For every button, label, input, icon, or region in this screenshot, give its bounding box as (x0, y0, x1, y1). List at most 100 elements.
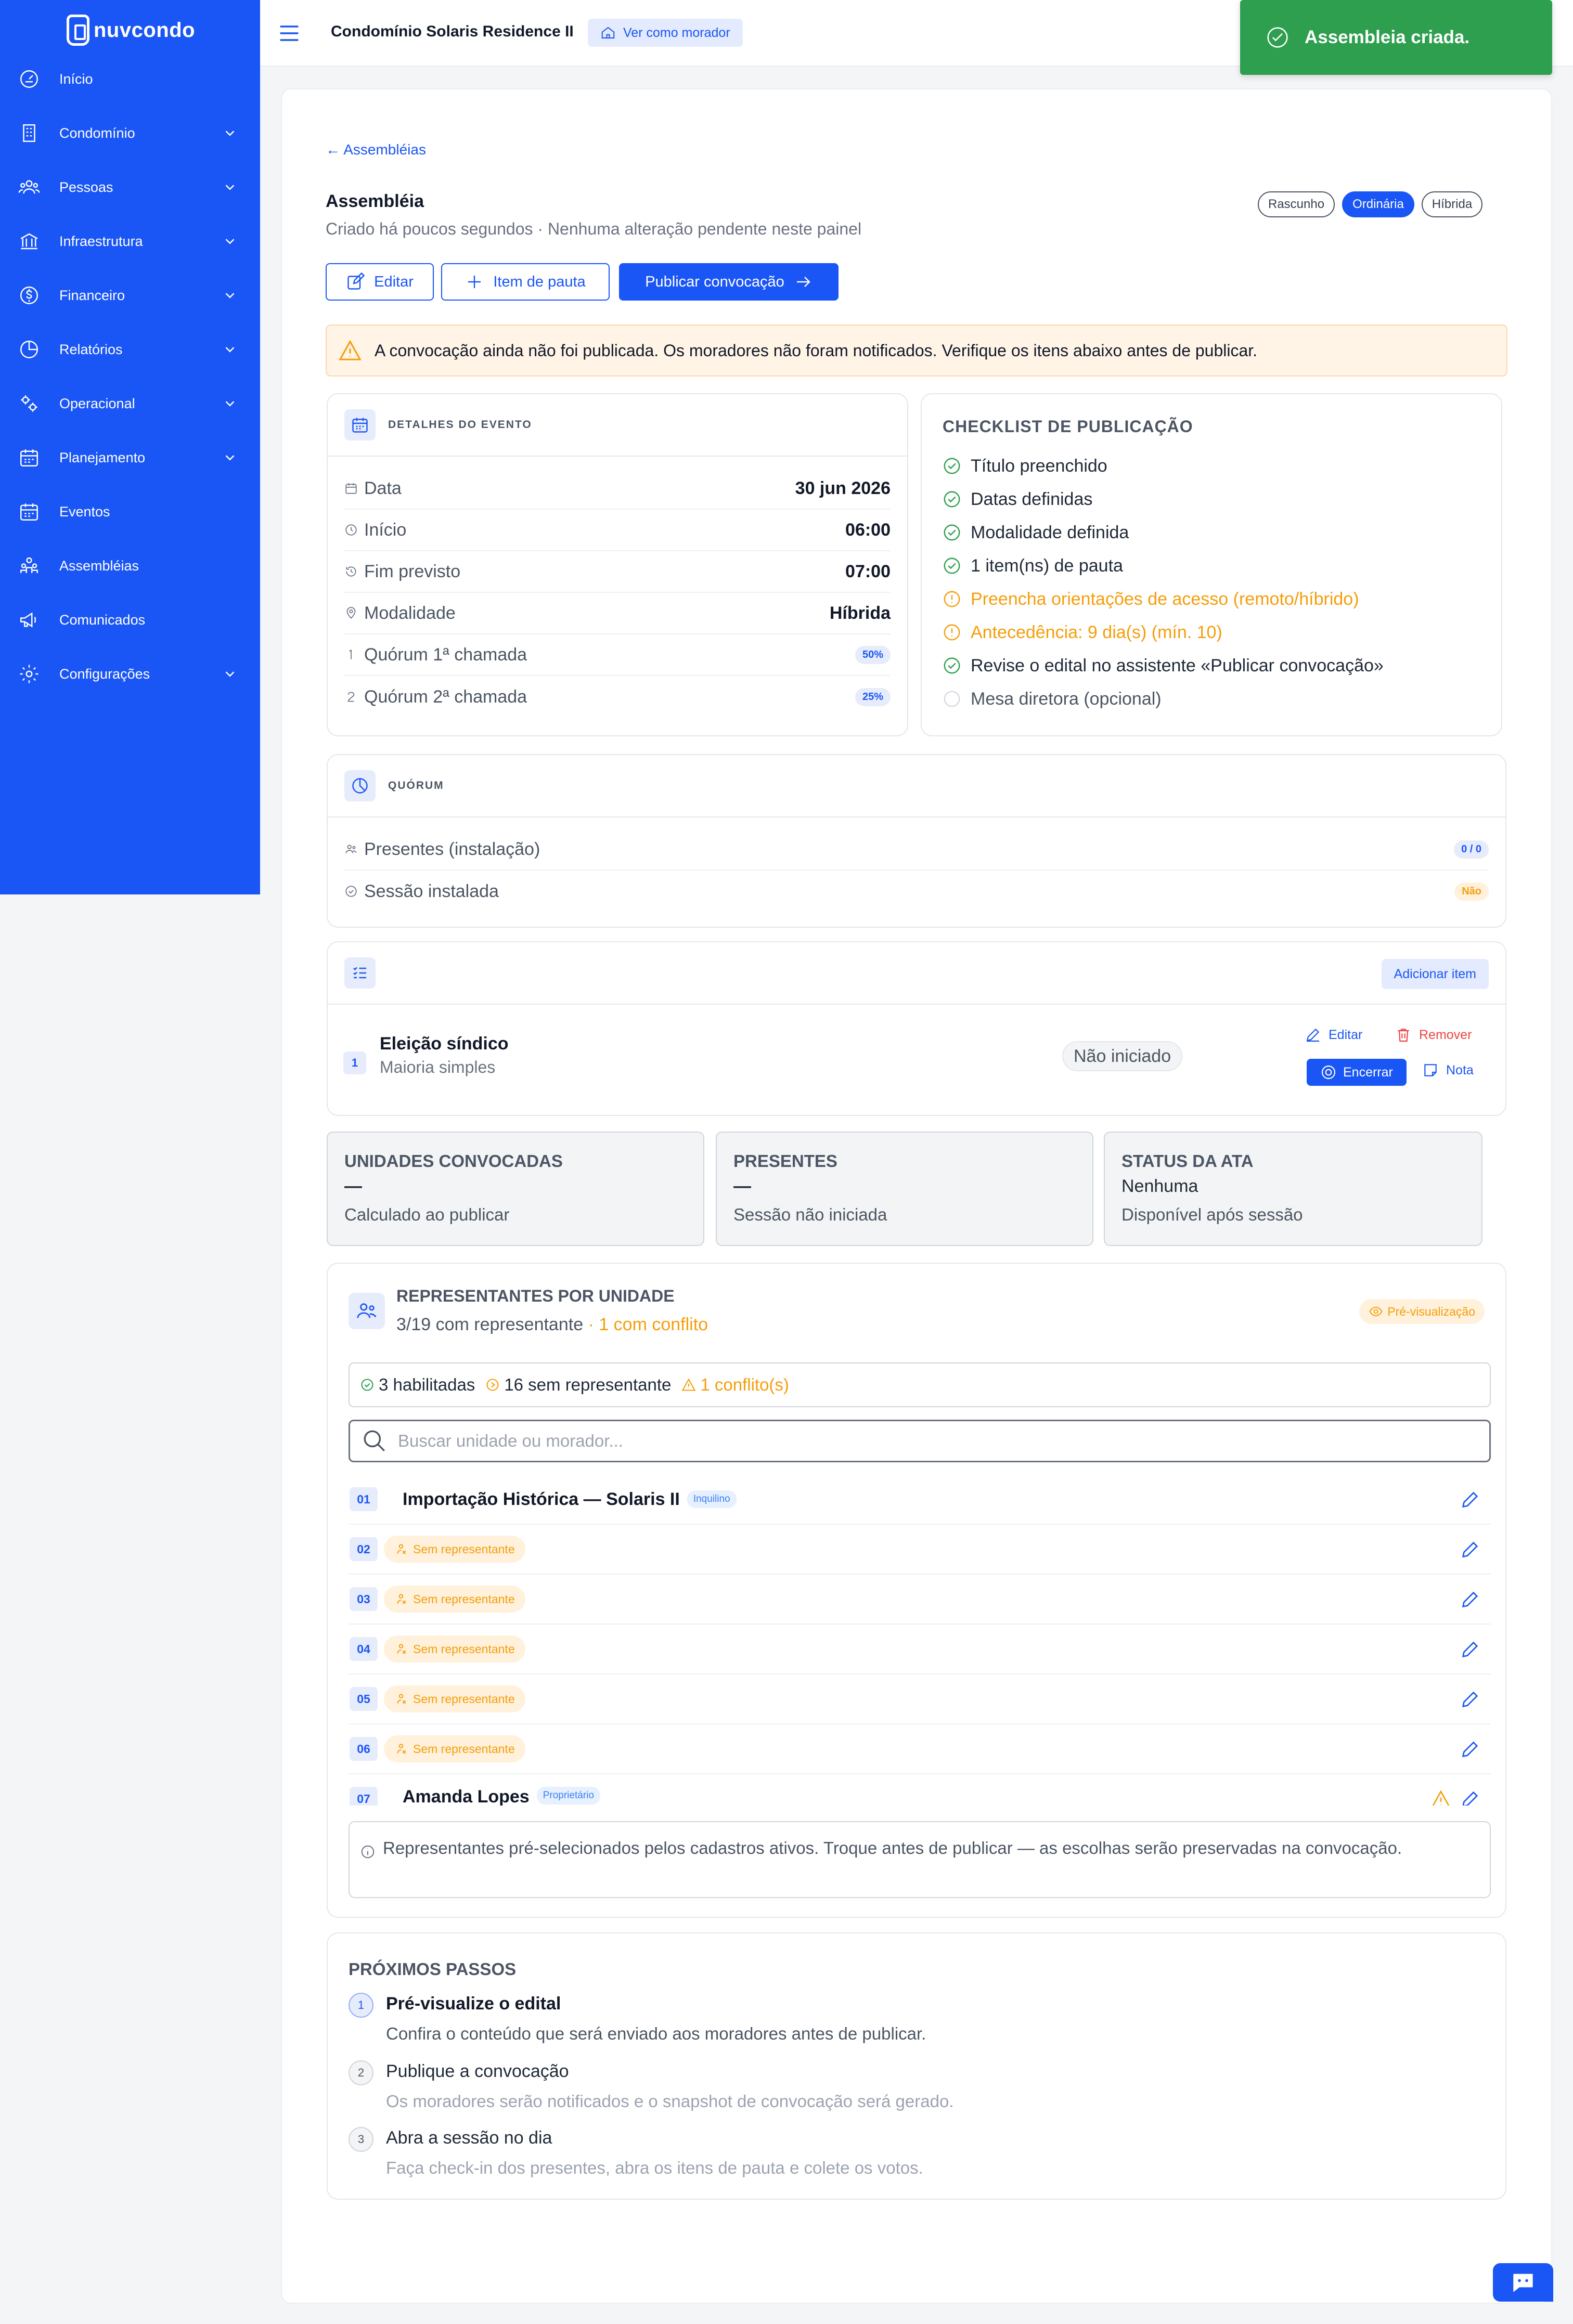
sidebar-item-financeiro[interactable]: Financeiro (0, 268, 260, 322)
add-agenda-item-button[interactable]: Item de pauta (441, 263, 610, 301)
close-agenda-item-button[interactable]: Encerrar (1307, 1059, 1407, 1086)
no-representative-badge: Sem representante (384, 1536, 525, 1563)
calendar-icon (18, 446, 41, 469)
card-title: QUÓRUM (388, 780, 444, 791)
menu-icon[interactable] (276, 20, 303, 47)
agenda-card: Adicionar item 1 Eleição síndico Maioria… (327, 941, 1506, 1116)
sidebar-item-relatorios[interactable]: Relatórios (0, 322, 260, 376)
checklist-label: Revise o edital no assistente «Publicar … (971, 655, 1384, 676)
checklist-item: 1 item(ns) de pauta (943, 549, 1384, 582)
card-header: DETALHES DO EVENTO (328, 394, 907, 457)
note-icon (1424, 1064, 1437, 1076)
stat-value: — (344, 1176, 362, 1196)
pencil-icon[interactable] (1460, 1689, 1480, 1710)
logo-icon (67, 15, 89, 46)
condo-name: Condomínio Solaris Residence II (331, 23, 574, 40)
role-badge: Inquilino (687, 1490, 737, 1508)
quorum-label: Presentes (instalação) (364, 839, 540, 859)
sidebar-item-infraestrutura[interactable]: Infraestrutura (0, 214, 260, 268)
pencil-icon[interactable] (1460, 1539, 1480, 1560)
sidebar-item-comunicados[interactable]: Comunicados (0, 593, 260, 647)
representatives-info: Representantes pré-selecionados pelos ca… (349, 1821, 1491, 1898)
sidebar-item-planejamento[interactable]: Planejamento (0, 431, 260, 485)
detail-label: Data (364, 478, 402, 498)
remove-agenda-item-button[interactable]: Remover (1395, 1027, 1472, 1043)
calendar-icon (344, 482, 361, 495)
chevron-down-icon[interactable] (214, 125, 246, 141)
pencil-icon[interactable] (1460, 1489, 1480, 1510)
sidebar-item-pessoas[interactable]: Pessoas (0, 160, 260, 214)
chevron-down-icon[interactable] (214, 666, 246, 682)
add-agenda-item-button[interactable]: Adicionar item (1381, 959, 1489, 989)
checklist-label: Modalidade definida (971, 522, 1129, 542)
card-header: QUÓRUM (328, 755, 1505, 817)
sidebar-item-inicio[interactable]: Início (0, 52, 260, 106)
no-representative-badge: Sem representante (384, 1685, 525, 1712)
unit-row: 01 Importação Histórica — Solaris II Inq… (349, 1475, 1491, 1525)
stat-present: PRESENTES — Sessão não iniciada (716, 1132, 1093, 1246)
note-agenda-item-button[interactable]: Nota (1422, 1062, 1474, 1079)
gears-icon (18, 392, 41, 415)
location-icon (344, 606, 361, 620)
conflicts-count: 1 conflito(s) (681, 1375, 789, 1395)
checklist-item: Título preenchido (943, 449, 1384, 483)
alert-text: A convocação ainda não foi publicada. Os… (375, 341, 1258, 360)
edit-button[interactable]: Editar (326, 263, 434, 301)
edit-icon (347, 272, 365, 290)
people-icon (18, 176, 41, 199)
representatives-card: REPRESENTANTES POR UNIDADE 3/19 com repr… (327, 1263, 1506, 1918)
chevron-down-icon[interactable] (214, 396, 246, 411)
unit-number: 07 (350, 1787, 378, 1806)
role-badge: Proprietário (536, 1787, 600, 1804)
chevron-down-icon[interactable] (214, 233, 246, 249)
stat-subtitle: Calculado ao publicar (344, 1205, 510, 1224)
unit-search-input[interactable]: Buscar unidade ou morador... (349, 1420, 1491, 1462)
back-link[interactable]: ← Assembléias (326, 141, 426, 158)
sidebar-item-assembleias[interactable]: Assembléias (0, 539, 260, 593)
sidebar-item-label: Financeiro (59, 287, 125, 303)
brand-logo[interactable]: nuvcondo (67, 11, 195, 49)
sidebar-item-operacional[interactable]: Operacional (0, 376, 260, 431)
detail-row-date: Data 30 jun 2026 (344, 468, 891, 510)
sidebar-item-label: Relatórios (59, 341, 123, 357)
unit-number: 03 (350, 1587, 378, 1611)
pencil-icon[interactable] (1460, 1639, 1480, 1660)
clock-icon (344, 523, 361, 537)
no-rep-label: Sem representante (413, 1742, 515, 1756)
pencil-icon[interactable] (1460, 1739, 1480, 1760)
chat-widget-button[interactable] (1493, 2263, 1553, 2302)
checklist-label: Mesa diretora (opcional) (971, 689, 1162, 709)
checklist-label: Datas definidas (971, 489, 1093, 509)
checklist-item-warning: Antecedência: 9 dia(s) (mín. 10) (943, 616, 1384, 649)
checklist-item: Modalidade definida (943, 516, 1384, 549)
checklist-item-optional: Mesa diretora (opcional) (943, 682, 1384, 716)
present-count-pill: 0 / 0 (1454, 840, 1489, 859)
stat-units-convoked: UNIDADES CONVOCADAS — Calculado ao publi… (327, 1132, 704, 1246)
publish-convocation-button[interactable]: Publicar convocação (619, 263, 839, 301)
sidebar-item-eventos[interactable]: Eventos (0, 485, 260, 539)
sidebar-item-configuracoes[interactable]: Configurações (0, 647, 260, 701)
megaphone-icon (18, 608, 41, 631)
sidebar: nuvcondo Início Condomínio Pessoas Infra… (0, 0, 260, 894)
agenda-item: 1 Eleição síndico Maioria simples Não in… (328, 1005, 1505, 1116)
sidebar-item-condominio[interactable]: Condomínio (0, 106, 260, 160)
checklist-label: Antecedência: 9 dia(s) (mín. 10) (971, 622, 1222, 642)
success-toast[interactable]: Assembleia criada. (1240, 0, 1552, 75)
check-circle-icon (344, 885, 361, 898)
pencil-icon[interactable] (1460, 1789, 1480, 1806)
chevron-down-icon[interactable] (214, 342, 246, 357)
checklist-label: Preencha orientações de acesso (remoto/h… (971, 589, 1359, 609)
quorum-label: Sessão instalada (364, 881, 499, 901)
summary-text: 3/19 com representante (396, 1315, 584, 1334)
settings-icon (18, 663, 41, 685)
chevron-down-icon[interactable] (214, 450, 246, 465)
representatives-counts: 3 habilitadas 16 sem representante 1 con… (349, 1362, 1491, 1407)
chevron-down-icon[interactable] (214, 288, 246, 303)
user-x-icon (397, 1744, 406, 1754)
detail-value: 07:00 (845, 561, 891, 581)
chevron-down-icon[interactable] (214, 179, 246, 195)
pencil-icon[interactable] (1460, 1589, 1480, 1610)
dashboard-icon (18, 68, 41, 90)
edit-agenda-item-button[interactable]: Editar (1305, 1027, 1362, 1043)
view-as-resident-button[interactable]: Ver como morador (588, 19, 743, 47)
